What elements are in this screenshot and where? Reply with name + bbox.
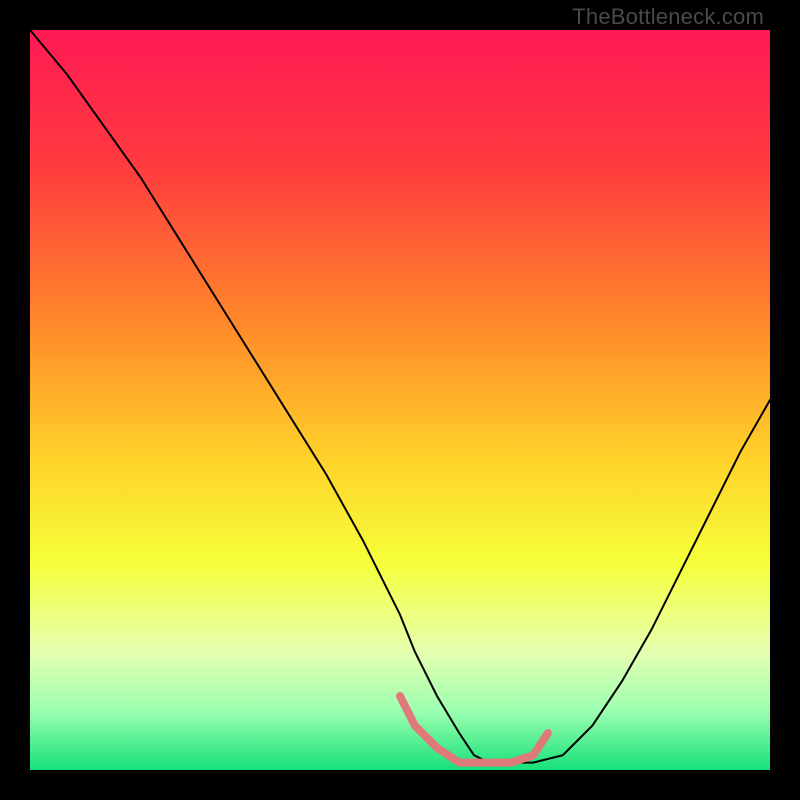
chart-frame — [30, 30, 770, 770]
watermark-text: TheBottleneck.com — [572, 4, 764, 30]
gradient-background — [30, 30, 770, 770]
bottleneck-chart — [30, 30, 770, 770]
